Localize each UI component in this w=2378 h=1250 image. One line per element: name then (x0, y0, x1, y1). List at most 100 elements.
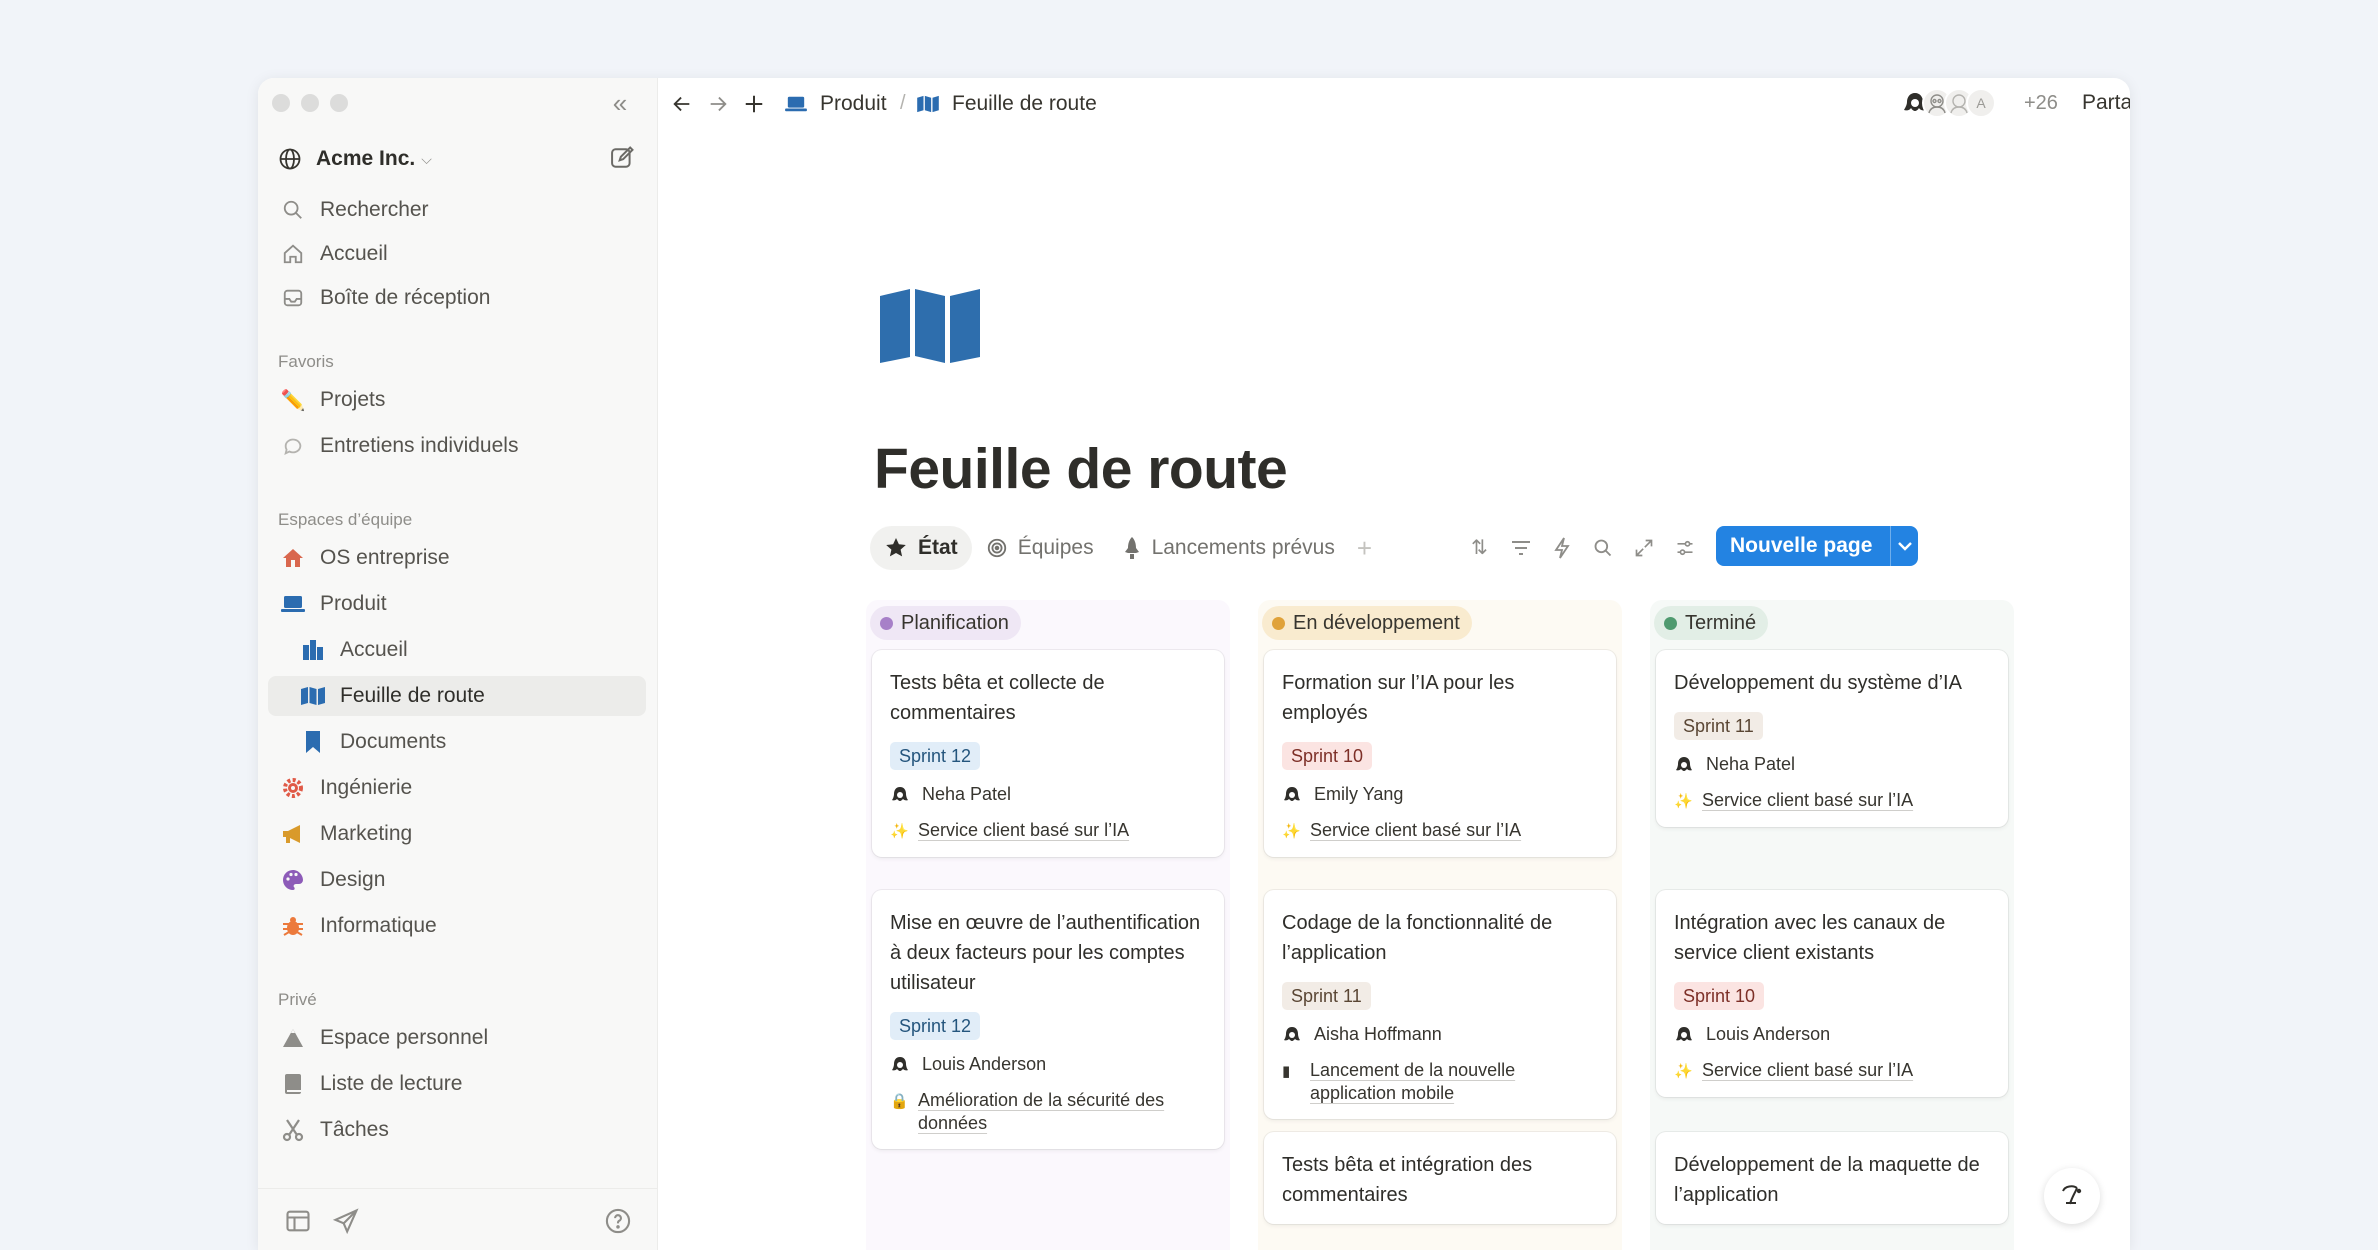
sidebar-item-tasks[interactable]: Tâches (268, 1110, 646, 1150)
roadmap-card[interactable]: Développement de la maquette de l’applic… (1656, 1132, 2008, 1224)
linked-project[interactable]: ✨ Service client basé sur l’IA (1282, 819, 1598, 843)
roadmap-card[interactable]: Tests bêta et intégration des commentair… (1264, 1132, 1616, 1224)
send-icon[interactable] (332, 1207, 360, 1235)
roadmap-card[interactable]: Mise en œuvre de l’authentification à de… (872, 890, 1224, 1149)
add-view-icon[interactable]: + (1357, 533, 1372, 564)
maximize-window-button[interactable] (330, 94, 348, 112)
new-page-button[interactable]: Nouvelle page (1716, 526, 1918, 566)
status-dot-icon (1664, 616, 1677, 630)
collaborator-count[interactable]: +26 (2024, 92, 2058, 115)
expand-icon[interactable] (1630, 534, 1657, 561)
project-link[interactable]: Service client basé sur l’IA (918, 819, 1129, 842)
sprint-badge: Sprint 11 (1282, 982, 1371, 1010)
database-toolbar: ⇅ (1466, 534, 1698, 561)
sidebar-item-label: Informatique (320, 914, 437, 937)
sidebar-item-marketing[interactable]: Marketing (268, 814, 646, 854)
map-icon (917, 95, 939, 113)
sprint-badge: Sprint 10 (1674, 982, 1765, 1010)
column-status-badge[interactable]: Planification (870, 606, 1021, 640)
sidebar-item-product-home[interactable]: Accueil (268, 630, 646, 670)
assignee-name: Neha Patel (922, 784, 1012, 804)
automation-bolt-icon[interactable] (1548, 534, 1575, 561)
assignee[interactable]: Emily Yang (1282, 784, 1598, 805)
sidebar-item-roadmap[interactable]: Feuille de route (268, 676, 646, 716)
sidebar-item-design[interactable]: Design (268, 860, 646, 900)
roadmap-card[interactable]: Codage de la fonctionnalité de l’applica… (1264, 890, 1616, 1119)
project-link[interactable]: Service client basé sur l’IA (1702, 1059, 1913, 1082)
column-title: Planification (901, 611, 1009, 634)
project-link[interactable]: Amélioration de la sécurité des données (918, 1089, 1206, 1135)
sidebar-item-inbox[interactable]: Boîte de réception (268, 278, 646, 318)
sidebar-item-one-on-ones[interactable]: Entretiens individuels (268, 426, 646, 466)
filter-icon[interactable] (1507, 534, 1534, 561)
minimize-window-button[interactable] (301, 94, 319, 112)
close-window-button[interactable] (272, 94, 290, 112)
assignee[interactable]: Louis Anderson (890, 1054, 1206, 1075)
assignee[interactable]: Neha Patel (890, 784, 1206, 805)
add-icon[interactable] (740, 90, 768, 118)
breadcrumb-product[interactable]: Produit (784, 90, 887, 118)
sprint-badge: Sprint 10 (1282, 742, 1373, 770)
sidebar-item-projects[interactable]: ✏️ Projets (268, 380, 646, 420)
collaborator-avatars[interactable]: A (1900, 88, 1996, 118)
help-icon[interactable] (604, 1207, 632, 1235)
map-icon[interactable] (878, 288, 982, 364)
avatar (890, 785, 910, 805)
sort-icon[interactable]: ⇅ (1466, 534, 1493, 561)
new-page-icon[interactable] (608, 144, 636, 172)
assignee[interactable]: Aisha Hoffmann (1282, 1024, 1598, 1045)
templates-icon[interactable] (284, 1207, 312, 1235)
search-icon (280, 197, 306, 223)
linked-project[interactable]: ✨ Service client basé sur l’IA (890, 819, 1206, 843)
breadcrumb-roadmap[interactable]: Feuille de route (916, 90, 1097, 118)
linked-project[interactable]: ✨ Service client basé sur l’IA (1674, 1059, 1990, 1083)
assignee[interactable]: Louis Anderson (1674, 1024, 1990, 1045)
roadmap-card[interactable]: Développement du système d’IA Sprint 11 Ne… (1656, 650, 2008, 827)
tab-teams[interactable]: Équipes (972, 526, 1108, 570)
assignee-name: Aisha Hoffmann (1314, 1024, 1442, 1044)
tab-launches[interactable]: Lancements prévus (1108, 526, 1349, 570)
assignee[interactable]: Neha Patel (1674, 754, 1990, 775)
roadmap-card[interactable]: Tests bêta et collecte de commentaires Sp… (872, 650, 1224, 857)
tab-status[interactable]: État (870, 526, 972, 570)
page-title[interactable]: Feuille de route (874, 436, 1288, 502)
project-link[interactable]: Service client basé sur l’IA (1702, 789, 1913, 812)
workspace-switcher[interactable]: Acme Inc. ⌵ (278, 142, 432, 176)
bug-icon (280, 913, 306, 939)
search-icon[interactable] (1589, 534, 1616, 561)
card-title: Codage de la fonctionnalité de l’applica… (1282, 912, 1553, 964)
sidebar-item-engineering[interactable]: Ingénierie (268, 768, 646, 808)
collapse-sidebar-icon[interactable]: « (606, 90, 634, 118)
sidebar-item-documents[interactable]: Documents (268, 722, 646, 762)
share-button[interactable]: Partager (2082, 91, 2130, 115)
avatar: A (1966, 88, 1996, 118)
bookmark-icon (300, 729, 326, 755)
back-arrow-icon[interactable] (668, 90, 696, 118)
roadmap-card[interactable]: Intégration avec les canaux de service c… (1656, 890, 2008, 1097)
linked-project[interactable]: ✨ Service client basé sur l’IA (1674, 789, 1990, 813)
linked-project[interactable]: ▮ Lancement de la nouvelle application mo… (1282, 1059, 1598, 1105)
sidebar-item-product[interactable]: Produit (268, 584, 646, 624)
settings-sliders-icon[interactable] (1671, 534, 1698, 561)
project-link[interactable]: Service client basé sur l’IA (1310, 819, 1521, 842)
sidebar-item-home[interactable]: Accueil (268, 234, 646, 274)
tab-label: Équipes (1017, 536, 1094, 559)
sidebar-item-company-os[interactable]: OS entreprise (268, 538, 646, 578)
project-link[interactable]: Lancement de la nouvelle application mob… (1310, 1059, 1598, 1105)
sidebar-item-search[interactable]: Rechercher (268, 190, 646, 230)
chevron-down-icon[interactable] (1891, 541, 1918, 551)
roadmap-card[interactable]: Formation sur l’IA pour les employés Spri… (1264, 650, 1616, 857)
ai-assistant-icon[interactable] (2044, 1168, 2100, 1224)
forward-arrow-icon[interactable] (704, 90, 732, 118)
app-window: « Acme Inc. ⌵ Rechercher Accueil Boîte d… (258, 78, 2130, 1250)
avatar (1674, 755, 1694, 775)
gear-icon (280, 775, 306, 801)
sidebar-item-it[interactable]: Informatique (268, 906, 646, 946)
column-status-badge[interactable]: En développement (1262, 606, 1472, 640)
sidebar-item-personal-space[interactable]: Espace personnel (268, 1018, 646, 1058)
linked-project[interactable]: 🔒 Amélioration de la sécurité des données (890, 1089, 1206, 1135)
sprint-badge: Sprint 12 (890, 742, 981, 770)
column-status-badge[interactable]: Terminé (1654, 606, 1769, 640)
sidebar-item-reading-list[interactable]: Liste de lecture (268, 1064, 646, 1104)
sidebar-item-label: Liste de lecture (320, 1072, 463, 1095)
